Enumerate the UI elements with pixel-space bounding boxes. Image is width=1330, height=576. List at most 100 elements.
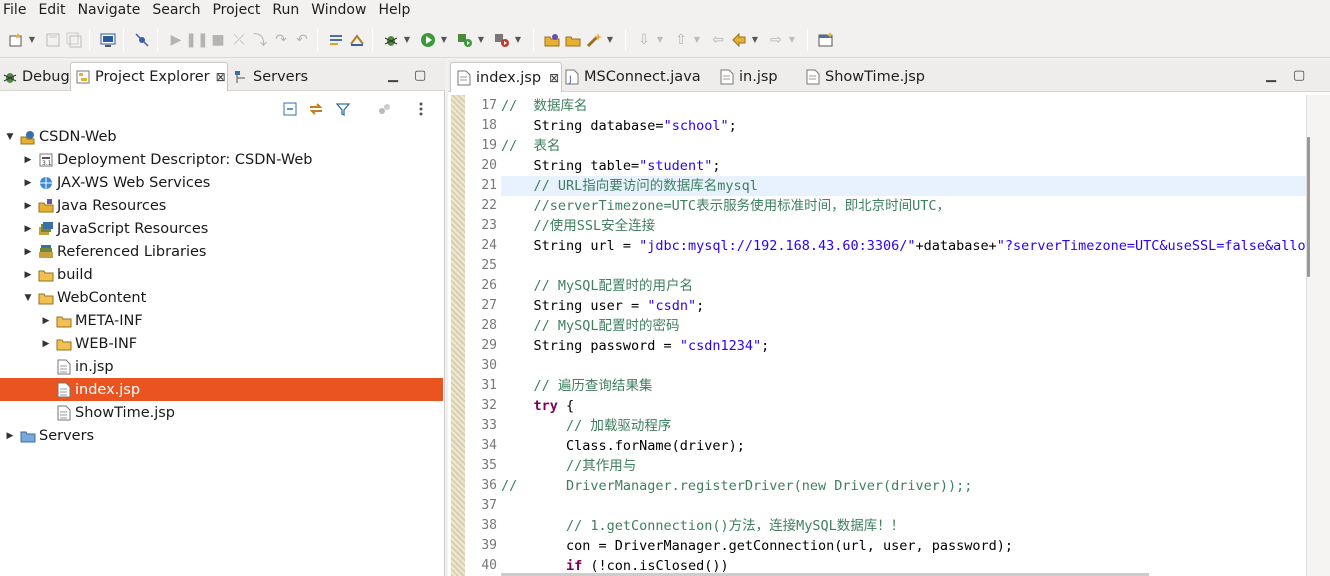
menu-search[interactable]: Search xyxy=(148,0,208,20)
back-dropdown-icon[interactable]: ▼ xyxy=(750,35,760,44)
overview-ruler[interactable] xyxy=(451,95,465,576)
forward-dropdown-icon[interactable]: ▼ xyxy=(787,35,797,44)
menu-navigate[interactable]: Navigate xyxy=(74,0,149,20)
chevron-right-icon[interactable]: ▶ xyxy=(22,270,34,280)
tree-item-referenced-libraries[interactable]: ▶ Referenced Libraries xyxy=(0,240,443,263)
close-icon[interactable]: ⊠ xyxy=(549,71,559,85)
menu-help[interactable]: Help xyxy=(374,0,418,20)
chevron-right-icon[interactable]: ▶ xyxy=(40,316,52,326)
run-icon[interactable] xyxy=(418,30,438,50)
chevron-right-icon[interactable]: ▶ xyxy=(22,155,34,165)
code-line[interactable]: String password = "csdn1234"; xyxy=(501,336,1306,356)
tab-project-explorer[interactable]: Project Explorer ⊠ xyxy=(70,62,228,91)
tree-item-meta-inf[interactable]: ▶ META-INF xyxy=(0,309,443,332)
tree-item-webcontent[interactable]: ▼ WebContent xyxy=(0,286,443,309)
tree-item-deployment-descriptor-csdn-web[interactable]: ▶ 3.1 Deployment Descriptor: CSDN-Web xyxy=(0,148,443,171)
menu-run[interactable]: Run xyxy=(268,0,307,20)
save-icon[interactable] xyxy=(43,30,63,50)
last-edit-icon[interactable]: ⇦ xyxy=(708,30,728,50)
collapse-all-icon[interactable] xyxy=(281,100,299,118)
tab-index-jsp[interactable]: index.jsp ⊠ xyxy=(450,62,562,92)
terminal-icon[interactable] xyxy=(98,30,118,50)
code-line[interactable]: // 表名 xyxy=(501,136,1306,156)
menu-file[interactable]: File xyxy=(0,0,34,20)
tree-item-web-inf[interactable]: ▶ WEB-INF xyxy=(0,332,443,355)
menu-window[interactable]: Window xyxy=(307,0,374,20)
save-all-icon[interactable] xyxy=(64,30,84,50)
tab-showtime-jsp[interactable]: ShowTime.jsp xyxy=(806,62,925,92)
code-area[interactable]: // 数据库名 String database="school"; // 表名 S… xyxy=(501,95,1306,576)
suspend-icon[interactable]: ❚❚ xyxy=(185,30,208,50)
view-menu-icon[interactable] xyxy=(412,100,430,118)
menu-project[interactable]: Project xyxy=(208,0,268,20)
code-line[interactable]: String database="school"; xyxy=(501,116,1306,136)
open-task-icon[interactable] xyxy=(326,30,346,50)
code-line[interactable]: Class.forName(driver); xyxy=(501,436,1306,456)
chevron-right-icon[interactable]: ▶ xyxy=(22,224,34,234)
chevron-right-icon[interactable]: ▶ xyxy=(22,247,34,257)
code-line[interactable]: // MySQL配置时的用户名 xyxy=(501,276,1306,296)
wand-icon[interactable] xyxy=(584,30,604,50)
tab-msconnect-java[interactable]: J MSConnect.java xyxy=(565,62,701,92)
code-line[interactable]: try { xyxy=(501,396,1306,416)
filter-icon[interactable] xyxy=(334,100,352,118)
next-annotation-dropdown-icon[interactable]: ▼ xyxy=(655,35,665,44)
tree-item-showtime-jsp[interactable]: ShowTime.jsp xyxy=(0,401,443,424)
maximize-icon[interactable]: ▢ xyxy=(414,68,426,83)
minimize-icon[interactable]: ▁ xyxy=(1266,68,1276,83)
open-perspective-icon[interactable] xyxy=(816,30,836,50)
minimize-icon[interactable]: ▁ xyxy=(388,68,398,83)
code-line[interactable] xyxy=(501,356,1306,376)
close-icon[interactable]: ⊠ xyxy=(216,70,226,84)
tree-item-index-jsp[interactable]: index.jsp xyxy=(0,378,443,401)
maximize-icon[interactable]: ▢ xyxy=(1293,68,1305,83)
external-tools-dropdown-icon[interactable]: ▼ xyxy=(513,35,523,44)
code-line[interactable]: // 1.getConnection()方法，连接MySQL数据库！！ xyxy=(501,516,1306,536)
code-line[interactable]: // DriverManager.registerDriver(new Driv… xyxy=(501,476,1306,496)
coverage-icon[interactable] xyxy=(455,30,475,50)
next-annotation-icon[interactable]: ⇩ xyxy=(634,30,654,50)
chevron-down-icon[interactable]: ▼ xyxy=(4,132,16,142)
tab-servers[interactable]: Servers xyxy=(233,62,308,91)
code-line[interactable]: con = DriverManager.getConnection(url, u… xyxy=(501,536,1306,556)
code-line[interactable]: // URL指向要访问的数据库名mysql xyxy=(501,176,1306,196)
debug-dropdown-icon[interactable]: ▼ xyxy=(402,35,412,44)
chevron-right-icon[interactable]: ▶ xyxy=(22,178,34,188)
back-icon[interactable] xyxy=(729,30,749,50)
terminate-icon[interactable]: ■ xyxy=(208,30,228,50)
code-line[interactable]: // 加载驱动程序 xyxy=(501,416,1306,436)
code-line[interactable] xyxy=(501,256,1306,276)
wand-dropdown-icon[interactable]: ▼ xyxy=(605,35,615,44)
tree-item-csdn-web[interactable]: ▼ CSDN-Web xyxy=(0,125,443,148)
code-line[interactable]: String user = "csdn"; xyxy=(501,296,1306,316)
resume-icon[interactable]: ▶ xyxy=(166,30,186,50)
new-dropdown-icon[interactable]: ▼ xyxy=(27,35,37,44)
run-dropdown-icon[interactable]: ▼ xyxy=(439,35,449,44)
code-line[interactable]: String url = "jdbc:mysql://192.168.43.60… xyxy=(501,236,1307,256)
tree-item-jax-ws-web-services[interactable]: ▶ JAX-WS Web Services xyxy=(0,171,443,194)
step-over-icon[interactable]: ↷ xyxy=(271,30,291,50)
step-into-icon[interactable]: ⤵ xyxy=(250,30,270,50)
debug-run-icon[interactable] xyxy=(381,30,401,50)
new-wizard-icon[interactable] xyxy=(6,30,26,50)
tree-item-in-jsp[interactable]: in.jsp xyxy=(0,355,443,378)
forward-icon[interactable]: ⇨ xyxy=(766,30,786,50)
scrollbar-thumb[interactable] xyxy=(1307,137,1310,277)
tree-item-servers[interactable]: ▶ Servers xyxy=(0,424,443,447)
coverage-dropdown-icon[interactable]: ▼ xyxy=(476,35,486,44)
tab-debug[interactable]: Debug xyxy=(2,62,70,91)
tab-in-jsp[interactable]: in.jsp xyxy=(720,62,778,92)
chevron-down-icon[interactable]: ▼ xyxy=(22,293,34,303)
tree-item-java-resources[interactable]: ▶ Java Resources xyxy=(0,194,443,217)
code-line[interactable]: // 遍历查询结果集 xyxy=(501,376,1306,396)
code-line[interactable] xyxy=(501,496,1306,516)
external-tools-icon[interactable] xyxy=(492,30,512,50)
code-line[interactable]: String table="student"; xyxy=(501,156,1306,176)
open-type-icon[interactable] xyxy=(542,30,562,50)
step-return-icon[interactable]: ↶ xyxy=(292,30,312,50)
code-line[interactable]: //使用SSL安全连接 xyxy=(501,216,1306,236)
chevron-right-icon[interactable]: ▶ xyxy=(40,339,52,349)
tasks-icon[interactable] xyxy=(347,30,367,50)
focus-icon[interactable] xyxy=(375,100,393,118)
vertical-scrollbar[interactable] xyxy=(1306,95,1330,576)
